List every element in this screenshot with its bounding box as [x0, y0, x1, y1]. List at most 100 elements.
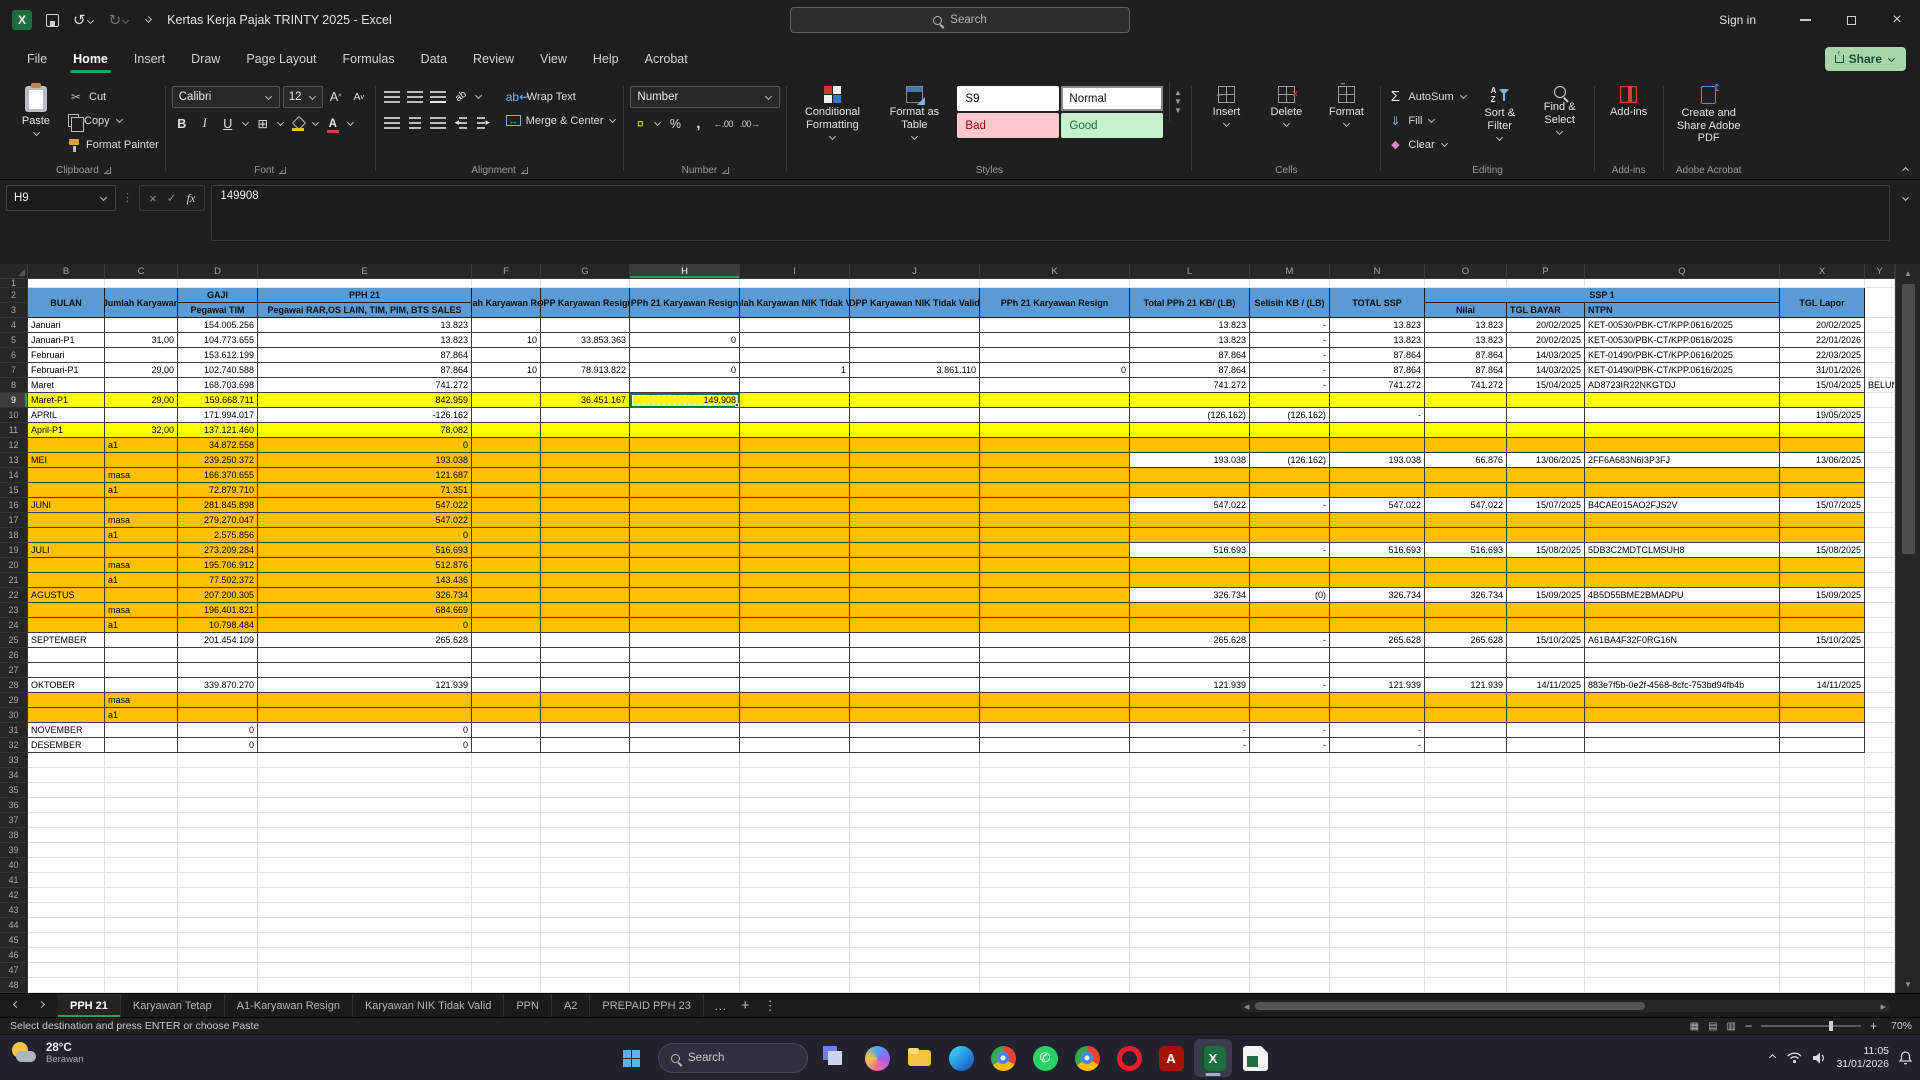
cell-L17[interactable]: [1130, 513, 1250, 528]
cell-K33[interactable]: [980, 753, 1130, 768]
cell-M34[interactable]: [1250, 768, 1330, 783]
cell-N14[interactable]: [1330, 468, 1425, 483]
horizontal-scroll-thumb[interactable]: [1255, 1002, 1645, 1010]
column-header-H[interactable]: H: [630, 264, 740, 279]
cell-F27[interactable]: [472, 663, 541, 678]
cell-M5[interactable]: -: [1250, 333, 1330, 348]
column-header-G[interactable]: G: [541, 264, 630, 279]
cell-F40[interactable]: [472, 858, 541, 873]
cell-B9[interactable]: Maret-P1: [28, 393, 105, 408]
cell-X34[interactable]: [1780, 768, 1865, 783]
cell-E38[interactable]: [258, 828, 472, 843]
cell-N48[interactable]: [1330, 978, 1425, 993]
cell-H43[interactable]: [630, 903, 740, 918]
cell-K16[interactable]: [980, 498, 1130, 513]
cell-B19[interactable]: JULI: [28, 543, 105, 558]
cell-E4[interactable]: 13.823: [258, 318, 472, 333]
cell-B44[interactable]: [28, 918, 105, 933]
row-header-45[interactable]: 45: [0, 933, 28, 948]
cell-D11[interactable]: 137.121.460: [178, 423, 258, 438]
cell-F11[interactable]: [472, 423, 541, 438]
cell-E30[interactable]: [258, 708, 472, 723]
cell-Q14[interactable]: [1585, 468, 1780, 483]
cell-L16[interactable]: 547.022: [1130, 498, 1250, 513]
cell-B37[interactable]: [28, 813, 105, 828]
cell-Y45[interactable]: [1865, 933, 1895, 948]
cell-H28[interactable]: [630, 678, 740, 693]
cell-D30[interactable]: [178, 708, 258, 723]
cell-L46[interactable]: [1130, 948, 1250, 963]
cell-Q7[interactable]: KET-01490/PBK-CT/KPP.0616/2025: [1585, 363, 1780, 378]
zoom-out-icon[interactable]: −: [1745, 1019, 1752, 1033]
cell-Q45[interactable]: [1585, 933, 1780, 948]
cell-Q41[interactable]: [1585, 873, 1780, 888]
cell-E43[interactable]: [258, 903, 472, 918]
cell-I4[interactable]: [740, 318, 850, 333]
cell-F24[interactable]: [472, 618, 541, 633]
cell-I40[interactable]: [740, 858, 850, 873]
cell-Y4[interactable]: [1865, 318, 1895, 333]
cell-N22[interactable]: 326.734: [1330, 588, 1425, 603]
cell-Y24[interactable]: [1865, 618, 1895, 633]
cell-X39[interactable]: [1780, 843, 1865, 858]
cell-F7[interactable]: 10: [472, 363, 541, 378]
cell-Y33[interactable]: [1865, 753, 1895, 768]
cell-N29[interactable]: [1330, 693, 1425, 708]
cell-M17[interactable]: [1250, 513, 1330, 528]
cell-M42[interactable]: [1250, 888, 1330, 903]
cell-N31[interactable]: -: [1330, 723, 1425, 738]
cell-J30[interactable]: [850, 708, 980, 723]
cell-N44[interactable]: [1330, 918, 1425, 933]
dialog-launcher-icon[interactable]: [722, 166, 730, 174]
insert-cells-button[interactable]: ← Insert: [1198, 82, 1254, 128]
cell-O16[interactable]: 547.022: [1425, 498, 1507, 513]
format-cells-button[interactable]: ⎯ Format: [1318, 79, 1374, 128]
cell-E27[interactable]: [258, 663, 472, 678]
cell-I24[interactable]: [740, 618, 850, 633]
cell-Y23[interactable]: [1865, 603, 1895, 618]
cell-P20[interactable]: [1507, 558, 1585, 573]
cell-B8[interactable]: Maret: [28, 378, 105, 393]
cell-P28[interactable]: 14/11/2025: [1507, 678, 1585, 693]
cell-I43[interactable]: [740, 903, 850, 918]
cell-E23[interactable]: 684.669: [258, 603, 472, 618]
cell-H15[interactable]: [630, 483, 740, 498]
cell-O8[interactable]: 741.272: [1425, 378, 1507, 393]
cell-L6[interactable]: 87.864: [1130, 348, 1250, 363]
cell-K4[interactable]: [980, 318, 1130, 333]
row-header-34[interactable]: 34: [0, 768, 28, 783]
cell-E13[interactable]: 193.038: [258, 453, 472, 468]
cell-L10[interactable]: (126.162): [1130, 408, 1250, 423]
cell-B36[interactable]: [28, 798, 105, 813]
cell-D32[interactable]: 0: [178, 738, 258, 753]
menu-tab-insert[interactable]: Insert: [121, 43, 178, 75]
cell-B35[interactable]: [28, 783, 105, 798]
cell-O29[interactable]: [1425, 693, 1507, 708]
cell-X10[interactable]: 19/05/2025: [1780, 408, 1865, 423]
cell-K34[interactable]: [980, 768, 1130, 783]
cell-G40[interactable]: [541, 858, 630, 873]
taskbar-weather[interactable]: 28°C Berawan: [10, 1040, 84, 1068]
sheet-tab-a2[interactable]: A2: [552, 994, 591, 1017]
taskbar-task-view-icon[interactable]: [816, 1039, 854, 1077]
menu-tab-page-layout[interactable]: Page Layout: [233, 43, 329, 75]
cell-N16[interactable]: 547.022: [1330, 498, 1425, 513]
cell-Q12[interactable]: [1585, 438, 1780, 453]
cell-J28[interactable]: [850, 678, 980, 693]
cell-P12[interactable]: [1507, 438, 1585, 453]
cell-K41[interactable]: [980, 873, 1130, 888]
cell-J26[interactable]: [850, 648, 980, 663]
title-search-box[interactable]: Search: [790, 7, 1130, 33]
cell-X38[interactable]: [1780, 828, 1865, 843]
row-header-44[interactable]: 44: [0, 918, 28, 933]
cell-P11[interactable]: [1507, 423, 1585, 438]
cell-F37[interactable]: [472, 813, 541, 828]
cell-I11[interactable]: [740, 423, 850, 438]
cell-N12[interactable]: [1330, 438, 1425, 453]
cell-F10[interactable]: [472, 408, 541, 423]
cell-P22[interactable]: 15/09/2025: [1507, 588, 1585, 603]
cell-D13[interactable]: 239.250.372: [178, 453, 258, 468]
cell-O5[interactable]: 13.823: [1425, 333, 1507, 348]
cell-O44[interactable]: [1425, 918, 1507, 933]
cell-I44[interactable]: [740, 918, 850, 933]
